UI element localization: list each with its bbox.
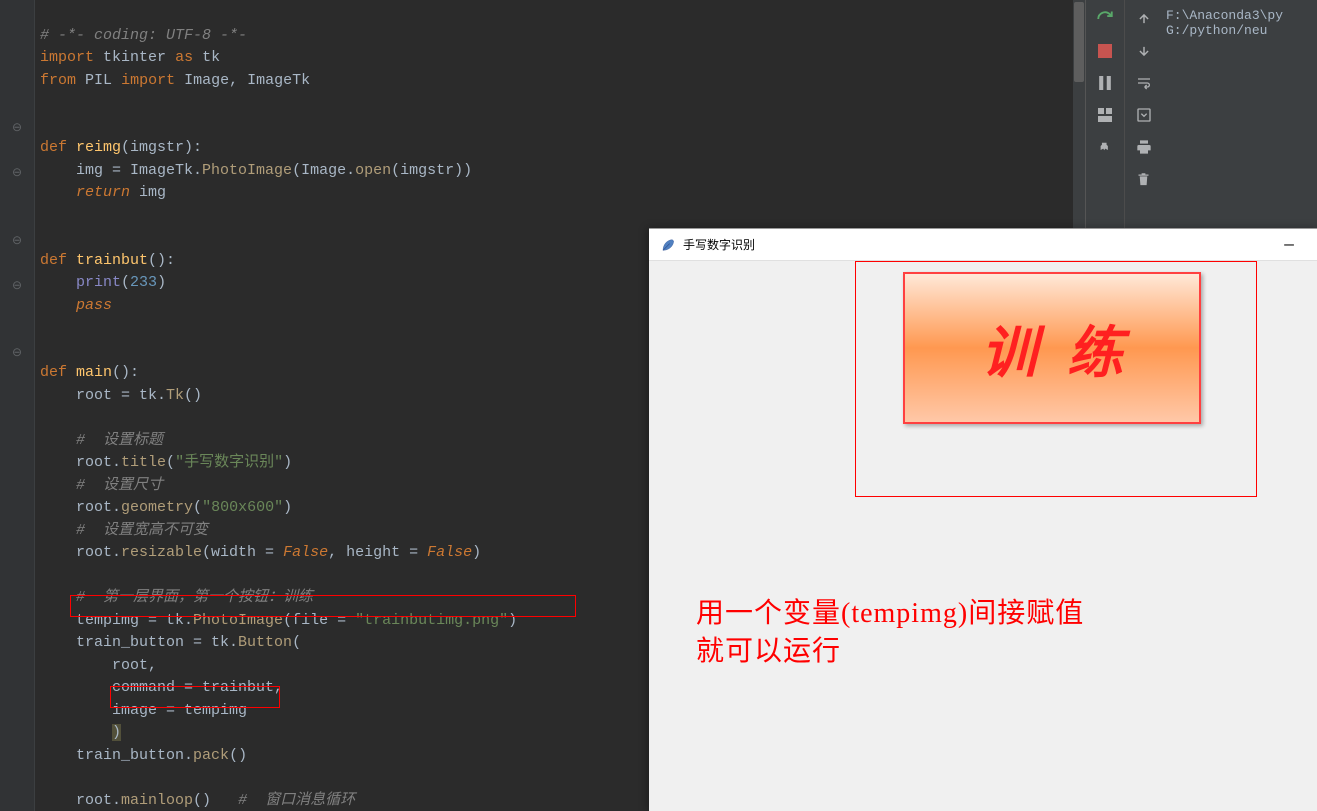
train-button[interactable]: 训练 (903, 272, 1201, 424)
print-icon[interactable] (1133, 136, 1155, 158)
pin-icon[interactable] (1094, 136, 1116, 158)
up-arrow-icon[interactable] (1133, 8, 1155, 30)
console-line: G:/python/neu (1166, 23, 1313, 38)
layout-icon[interactable] (1094, 104, 1116, 126)
rerun-icon[interactable] (1094, 8, 1116, 30)
scrollbar-thumb[interactable] (1074, 2, 1084, 82)
tkinter-app-window[interactable]: 手写数字识别 — 训练 用一个变量(tempimg)间接赋值 就可以运行 (649, 228, 1317, 811)
annotation-text: 用一个变量(tempimg)间接赋值 就可以运行 (696, 595, 1084, 671)
editor-gutter: ⊖ ⊖ ⊖ ⊖ ⊖ (0, 0, 35, 811)
trash-icon[interactable] (1133, 168, 1155, 190)
gutter-fold-icon[interactable]: ⊖ (12, 120, 22, 135)
code-comment: # -*- coding: UTF-8 -*- (40, 27, 247, 44)
gutter-fold-icon[interactable]: ⊖ (12, 345, 22, 360)
tk-window-title: 手写数字识别 (683, 236, 1269, 253)
stop-icon[interactable] (1094, 40, 1116, 62)
tk-content-area: 训练 用一个变量(tempimg)间接赋值 就可以运行 (649, 261, 1317, 811)
scroll-end-icon[interactable] (1133, 104, 1155, 126)
feather-icon (659, 237, 675, 253)
gutter-fold-icon[interactable]: ⊖ (12, 278, 22, 293)
pause-icon[interactable] (1094, 72, 1116, 94)
gutter-fold-icon[interactable]: ⊖ (12, 165, 22, 180)
minimize-icon[interactable]: — (1269, 236, 1309, 254)
train-button-label: 训练 (951, 308, 1153, 389)
console-line: F:\Anaconda3\py (1166, 8, 1313, 23)
gutter-fold-icon[interactable]: ⊖ (12, 233, 22, 248)
softwrap-icon[interactable] (1133, 72, 1155, 94)
tk-titlebar[interactable]: 手写数字识别 — (649, 229, 1317, 261)
down-arrow-icon[interactable] (1133, 40, 1155, 62)
